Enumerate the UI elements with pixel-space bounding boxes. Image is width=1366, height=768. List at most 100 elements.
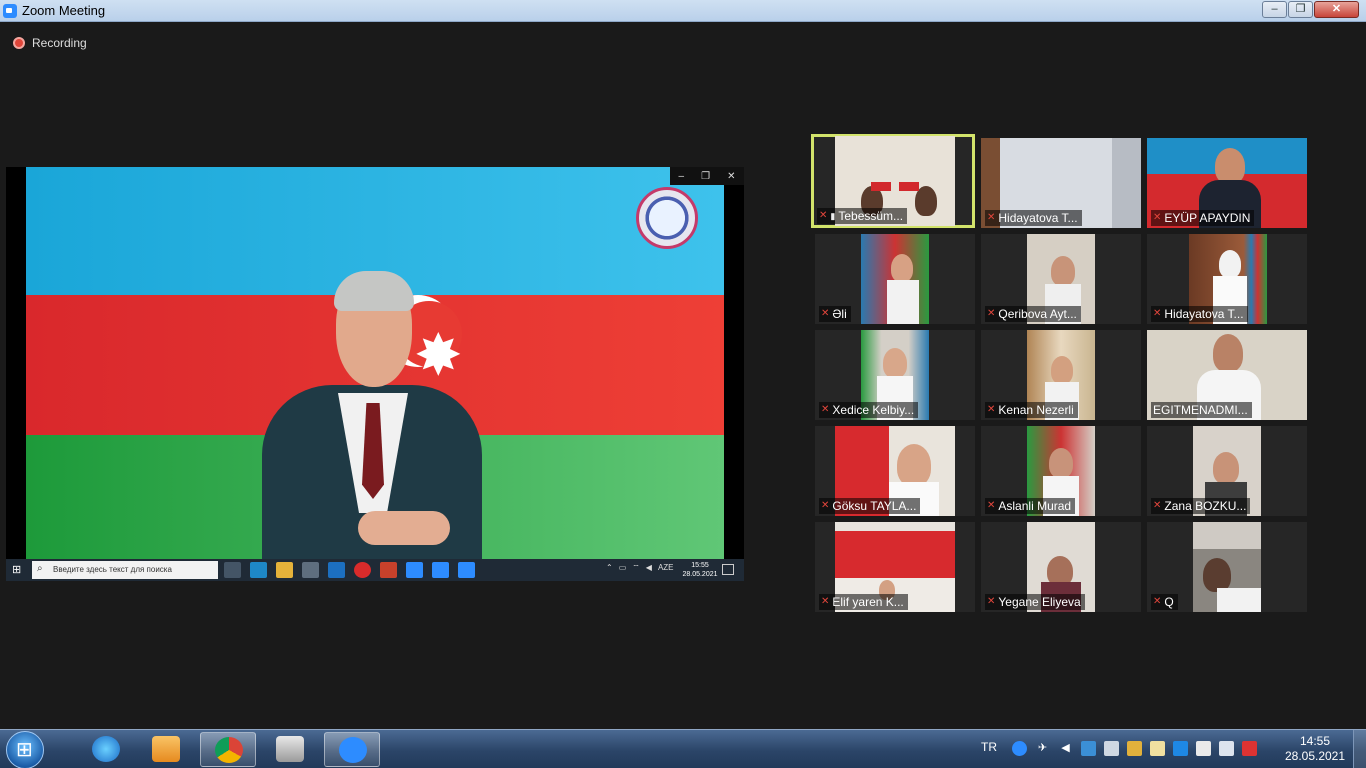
muted-mic-icon: ✕ xyxy=(987,596,996,607)
participant-name: Hidayatova T... xyxy=(1164,307,1244,321)
participant-name: Göksu TAYLA... xyxy=(832,499,917,513)
media-player-icon xyxy=(152,736,180,762)
participant-tile[interactable]: EGITMENADMI... xyxy=(1147,330,1307,420)
participant-name-tag: ✕ Göksu TAYLA... xyxy=(819,498,921,514)
pin-icon: ▮ xyxy=(830,210,836,221)
internet-explorer-icon xyxy=(92,736,120,762)
notification-icon xyxy=(722,564,734,575)
zoom-icon xyxy=(339,737,367,763)
portrait-hair xyxy=(334,271,414,311)
participant-tile[interactable]: ✕ Əli xyxy=(815,234,975,324)
participant-tile[interactable]: ✕ ▮ Tebessüm... xyxy=(811,134,975,228)
participant-name-tag: ✕ ▮ Tebessüm... xyxy=(817,208,908,224)
participant-name-tag: ✕ EYÜP APAYDIN xyxy=(1151,210,1255,226)
participant-tile[interactable]: ✕ Xedice Kelbiy... xyxy=(815,330,975,420)
network-status-icon[interactable] xyxy=(1219,741,1234,756)
start-orb-icon[interactable] xyxy=(6,731,44,768)
zoom-tray-icon[interactable] xyxy=(1012,741,1027,756)
maximize-button[interactable]: ❐ xyxy=(1288,1,1313,18)
os-taskbar: TR ✈ ◀ 14:55 28.05.2021 xyxy=(0,729,1366,768)
minimize-button[interactable]: – xyxy=(1262,1,1287,18)
participant-name: Aslanli Murad xyxy=(998,499,1072,513)
language-indicator[interactable]: TR xyxy=(981,740,997,754)
close-button[interactable]: ✕ xyxy=(1314,1,1359,18)
participant-name-tag: ✕ Qeribova Ayt... xyxy=(985,306,1081,322)
shared-window-controls: – ❐ ✕ xyxy=(670,167,744,185)
muted-mic-icon: ✕ xyxy=(987,404,996,415)
participant-video xyxy=(861,234,929,324)
taskbar-clock[interactable]: 14:55 28.05.2021 xyxy=(1280,734,1350,764)
muted-mic-icon: ✕ xyxy=(821,500,830,511)
taskbar-app-fax[interactable] xyxy=(262,732,318,767)
participant-tile[interactable]: ✕ Yegane Eliyeva xyxy=(981,522,1141,612)
action-center-icon[interactable] xyxy=(1242,741,1257,756)
chrome-icon xyxy=(215,737,243,763)
zoom-icon xyxy=(406,562,423,578)
muted-mic-icon: ✕ xyxy=(821,596,830,607)
task-view-icon xyxy=(224,562,241,578)
volume-icon[interactable]: ◀ xyxy=(1058,741,1073,756)
display-icon[interactable] xyxy=(1104,741,1119,756)
recording-indicator[interactable]: Recording xyxy=(13,35,87,51)
window-title: Zoom Meeting xyxy=(22,3,106,18)
muted-mic-icon: ✕ xyxy=(987,308,996,319)
participant-tile[interactable]: ✕ Kenan Nezerli xyxy=(981,330,1141,420)
muted-mic-icon: ✕ xyxy=(987,212,996,223)
participant-tile[interactable]: ✕ Göksu TAYLA... xyxy=(815,426,975,516)
fax-printer-icon xyxy=(276,736,304,762)
participant-tile[interactable]: ✕ EYÜP APAYDIN xyxy=(1147,138,1307,228)
shared-minimize-icon: – xyxy=(678,170,685,182)
zoom-app-icon xyxy=(3,4,17,18)
shared-taskbar: ⊞ ⌕ Введите здесь текст для поиска ⌃ ▭ ⌔… xyxy=(6,559,744,581)
network-icon[interactable]: ✈ xyxy=(1035,741,1050,756)
participant-name: Xedice Kelbiy... xyxy=(832,403,915,417)
zoom-share-icon xyxy=(432,562,449,578)
tray-volume-icon: ◀ xyxy=(645,563,652,572)
participant-name-tag: EGITMENADMI... xyxy=(1151,402,1252,418)
muted-mic-icon: ✕ xyxy=(1153,212,1162,223)
participant-tile[interactable]: ✕ Q xyxy=(1147,522,1307,612)
participant-name-tag: ✕ Xedice Kelbiy... xyxy=(819,402,919,418)
tray-battery-icon: ▭ xyxy=(618,563,627,572)
participant-name: Hidayatova T... xyxy=(998,211,1078,225)
shared-taskbar-apps xyxy=(224,562,475,578)
participant-name-tag: ✕ Zana BOZKU... xyxy=(1151,498,1251,514)
meeting-area: Recording ✸ – ❐ ✕ ⊞ ⌕ Введите здесь текс… xyxy=(0,23,1366,728)
keyboard-icon[interactable] xyxy=(1081,741,1096,756)
participant-name-tag: ✕ Elif yaren K... xyxy=(819,594,908,610)
taskbar-app-ie[interactable] xyxy=(78,732,134,767)
participant-name-tag: ✕ Əli xyxy=(819,306,851,322)
app-tray-icon[interactable] xyxy=(1173,741,1188,756)
participant-tile[interactable]: ✕ Qeribova Ayt... xyxy=(981,234,1141,324)
shared-restore-icon: ❐ xyxy=(701,170,711,182)
shared-screen[interactable]: ✸ – ❐ ✕ ⊞ ⌕ Введите здесь текст для поис… xyxy=(6,167,744,581)
participant-name-tag: ✕ Hidayatova T... xyxy=(1151,306,1248,322)
device-icon[interactable] xyxy=(1196,741,1211,756)
recording-dot-icon xyxy=(13,37,25,49)
shared-tray: ⌃ ▭ ⌔ ◀ AZE xyxy=(606,563,674,573)
search-icon: ⌕ xyxy=(37,563,43,574)
participant-name: Zana BOZKU... xyxy=(1164,499,1247,513)
participant-tile[interactable]: ✕ Aslanli Murad xyxy=(981,426,1141,516)
emblem-logo xyxy=(636,187,698,249)
show-desktop-button[interactable] xyxy=(1353,730,1366,768)
participant-name: Qeribova Ayt... xyxy=(998,307,1077,321)
tools-icon[interactable] xyxy=(1127,741,1142,756)
security-icon[interactable] xyxy=(1150,741,1165,756)
taskbar-app-chrome[interactable] xyxy=(200,732,256,767)
participant-tile[interactable]: ✕ Zana BOZKU... xyxy=(1147,426,1307,516)
participant-name: Kenan Nezerli xyxy=(998,403,1074,417)
store-icon xyxy=(302,562,319,578)
shared-time: 15:55 xyxy=(691,562,709,569)
participant-tile[interactable]: ✕ Hidayatova T... xyxy=(1147,234,1307,324)
tray-up-arrow-icon: ⌃ xyxy=(606,563,613,572)
taskbar-app-media[interactable] xyxy=(138,732,194,767)
participant-tile[interactable]: ✕ Hidayatova T... xyxy=(981,138,1141,228)
taskbar-app-zoom[interactable] xyxy=(324,732,380,767)
portrait-hands xyxy=(358,511,450,545)
muted-mic-icon: ✕ xyxy=(821,308,830,319)
clock-time: 14:55 xyxy=(1299,734,1331,748)
file-explorer-icon xyxy=(276,562,293,578)
participant-tile[interactable]: ✕ Elif yaren K... xyxy=(815,522,975,612)
tray-language: AZE xyxy=(657,563,674,572)
